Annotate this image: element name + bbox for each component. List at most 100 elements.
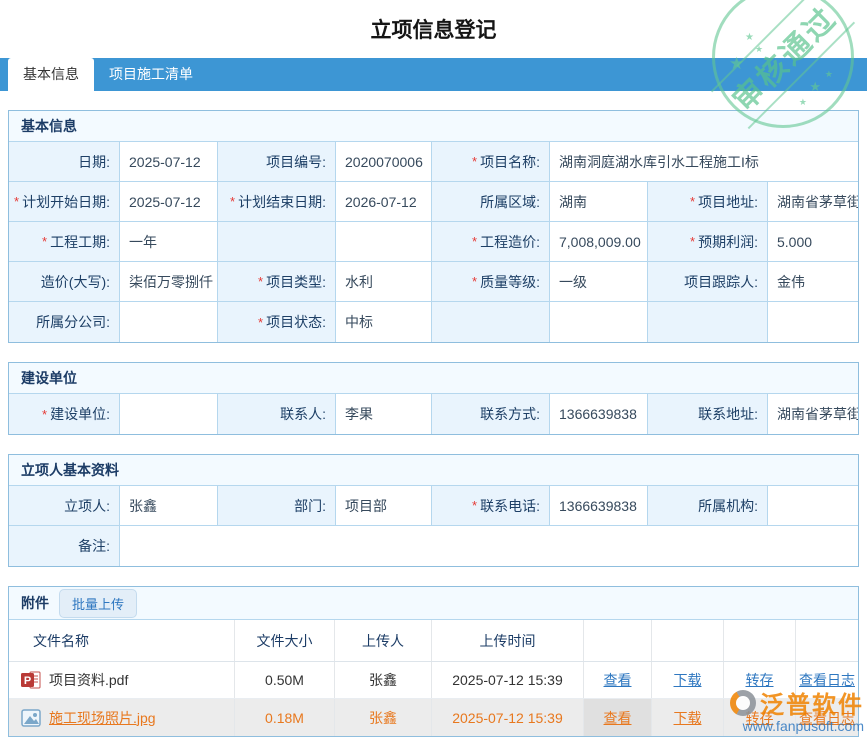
required-marker: * — [14, 194, 19, 209]
attach-column-header-empty — [651, 620, 723, 661]
file-size: 0.50M — [234, 662, 334, 698]
form-sections: 基本信息日期:2025-07-12项目编号:2020070006*项目名称:湖南… — [0, 110, 867, 567]
page-title: 立项信息登记 — [0, 0, 867, 58]
required-marker: * — [258, 315, 263, 330]
required-marker: * — [472, 274, 477, 289]
file-action-cell: 查看 — [583, 662, 651, 698]
field-remark-value — [119, 526, 858, 566]
field-label-text: 所属机构: — [698, 496, 758, 516]
tab-construction-list[interactable]: 项目施工清单 — [94, 58, 208, 91]
file-action-cell: 查看日志 — [795, 662, 858, 698]
required-marker: * — [690, 194, 695, 209]
field-plan-start-date-value: 2025-07-12 — [119, 182, 217, 221]
field-project-number-value: 2020070006 — [335, 142, 431, 181]
attach-column-header: 文件名称 — [9, 620, 234, 661]
required-marker: * — [690, 234, 695, 249]
field-quality-grade-label: *质量等级: — [431, 262, 549, 301]
required-marker: * — [42, 407, 47, 422]
batch-upload-button[interactable]: 批量上传 — [59, 589, 137, 618]
field-project-tracker-value: 金伟 — [767, 262, 858, 301]
file-uploader: 张鑫 — [334, 699, 431, 736]
field-department-label: 部门: — [217, 486, 335, 525]
field-project-address-value: 湖南省茅草街 — [767, 182, 858, 221]
file-upload-time: 2025-07-12 15:39 — [431, 699, 583, 736]
field-label-text: 项目类型: — [266, 272, 326, 292]
required-marker: * — [472, 498, 477, 513]
field-contact-phone-value: 1366639838 — [549, 486, 647, 525]
view-log-link[interactable]: 查看日志 — [799, 708, 855, 728]
transfer-link[interactable]: 转存 — [746, 708, 774, 728]
form-row: *计划开始日期:2025-07-12*计划结束日期:2026-07-12所属区域… — [9, 182, 858, 222]
download-link[interactable]: 下载 — [674, 708, 702, 728]
field-contact-method-value: 1366639838 — [549, 394, 647, 434]
required-marker: * — [472, 154, 477, 169]
field-construction-unit-label: *建设单位: — [9, 394, 119, 434]
file-size: 0.18M — [234, 699, 334, 736]
view-link[interactable]: 查看 — [604, 708, 632, 728]
field-region-value: 湖南 — [549, 182, 647, 221]
attach-column-header: 文件大小 — [234, 620, 334, 661]
field-organization-value — [767, 486, 858, 525]
field-label-text: 项目状态: — [266, 312, 326, 332]
attach-column-header-empty — [723, 620, 795, 661]
field-contact-phone-label: *联系电话: — [431, 486, 549, 525]
field-date-label: 日期: — [9, 142, 119, 181]
file-action-cell: 下载 — [651, 699, 723, 736]
field-applicant-value: 张鑫 — [119, 486, 217, 525]
field-contact-address-value: 湖南省茅草街 — [767, 394, 858, 434]
file-name[interactable]: 施工现场照片.jpg — [49, 708, 156, 728]
field-date-value: 2025-07-12 — [119, 142, 217, 181]
field-label-text: 项目名称: — [480, 152, 540, 172]
field-label-text: 所属分公司: — [36, 312, 110, 332]
field-department-value: 项目部 — [335, 486, 431, 525]
field-empty-label — [217, 222, 335, 261]
section-title: 立项人基本资料 — [9, 455, 858, 486]
field-cost-in-words-value: 柒佰万零捌仟 — [119, 262, 217, 301]
view-log-link[interactable]: 查看日志 — [799, 670, 855, 690]
file-action-cell: 转存 — [723, 699, 795, 736]
field-label-text: 联系方式: — [480, 404, 540, 424]
tab-basic-info[interactable]: 基本信息 — [8, 58, 94, 91]
field-empty-value — [549, 302, 647, 342]
field-label-text: 联系电话: — [480, 496, 540, 516]
field-expected-profit-label: *预期利润: — [647, 222, 767, 261]
field-label-text: 部门: — [294, 496, 326, 516]
field-empty-value — [767, 302, 858, 342]
attachment-row: 施工现场照片.jpg 0.18M张鑫2025-07-12 15:39 查看 下载 转存 查… — [9, 699, 858, 736]
attach-column-header: 上传人 — [334, 620, 431, 661]
field-empty-value — [335, 222, 431, 261]
attachments-table-body: P项目资料.pdf0.50M张鑫2025-07-12 15:39查看下载转存查看… — [9, 662, 858, 736]
view-link[interactable]: 查看 — [604, 670, 632, 690]
form-section: 基本信息日期:2025-07-12项目编号:2020070006*项目名称:湖南… — [8, 110, 859, 343]
tab-bar: 基本信息 项目施工清单 — [0, 58, 867, 91]
field-label-text: 所属区域: — [480, 192, 540, 212]
field-plan-end-date-value: 2026-07-12 — [335, 182, 431, 221]
attachments-table-header: 文件名称文件大小上传人上传时间 — [9, 620, 858, 662]
file-name-cell: 施工现场照片.jpg — [9, 699, 234, 736]
field-construction-unit-value — [119, 394, 217, 434]
download-link[interactable]: 下载 — [674, 670, 702, 690]
field-project-name-value: 湖南洞庭湖水库引水工程施工I标 — [549, 142, 858, 181]
field-label-text: 项目跟踪人: — [684, 272, 758, 292]
field-label-text: 联系人: — [280, 404, 326, 424]
required-marker: * — [472, 234, 477, 249]
transfer-link[interactable]: 转存 — [746, 670, 774, 690]
field-project-type-label: *项目类型: — [217, 262, 335, 301]
field-label-text: 建设单位: — [50, 404, 110, 424]
form-row: 日期:2025-07-12项目编号:2020070006*项目名称:湖南洞庭湖水… — [9, 142, 858, 182]
attachment-row: P项目资料.pdf0.50M张鑫2025-07-12 15:39查看下载转存查看… — [9, 662, 858, 699]
field-quality-grade-value: 一级 — [549, 262, 647, 301]
file-name[interactable]: 项目资料.pdf — [49, 670, 128, 690]
field-project-status-value: 中标 — [335, 302, 431, 342]
field-region-label: 所属区域: — [431, 182, 549, 221]
field-cost-in-words-label: 造价(大写): — [9, 262, 119, 301]
field-label-text: 日期: — [78, 152, 110, 172]
field-project-tracker-label: 项目跟踪人: — [647, 262, 767, 301]
field-project-address-label: *项目地址: — [647, 182, 767, 221]
field-project-duration-value: 一年 — [119, 222, 217, 261]
field-label-text: 工程工期: — [50, 232, 110, 252]
field-project-status-label: *项目状态: — [217, 302, 335, 342]
section-title: 基本信息 — [9, 111, 858, 142]
attachments-header: 附件 批量上传 — [9, 587, 858, 620]
field-remark-label: 备注: — [9, 526, 119, 566]
